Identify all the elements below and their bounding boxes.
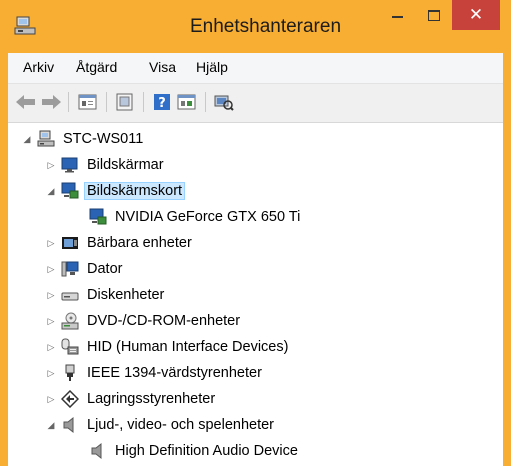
tree-item-label: Ljud-, video- och spelenheter — [87, 417, 275, 433]
device-manager-window: Enhetshanteraren ✕ Arkiv Åtgärd Visa Hjä… — [0, 0, 511, 467]
minimize-icon — [391, 16, 403, 18]
menu-hjalp[interactable]: Hjälp — [196, 59, 228, 75]
tree-item-hd-audio-device[interactable]: High Definition Audio Device — [85, 439, 301, 463]
speaker-icon — [61, 416, 79, 434]
collapsed-arrow-icon[interactable]: ▷ — [45, 341, 57, 353]
tree-item-dvd-cd-rom[interactable]: ▷ DVD-/CD-ROM-enheter — [45, 309, 243, 333]
tree-item-label: HID (Human Interface Devices) — [87, 339, 289, 355]
collapsed-arrow-icon[interactable]: ▷ — [45, 393, 57, 405]
tree-item-lagringsstyrenheter[interactable]: ▷ Lagringsstyrenheter — [45, 387, 218, 411]
back-arrow-icon[interactable] — [14, 91, 38, 113]
expanded-arrow-icon[interactable]: ◢ — [45, 185, 57, 197]
close-icon: ✕ — [468, 5, 484, 24]
monitor-icon — [61, 156, 79, 174]
tree-item-label: Bärbara enheter — [87, 235, 192, 251]
menu-atgard[interactable]: Åtgärd — [76, 59, 117, 75]
dvd-drive-icon — [61, 312, 79, 330]
minimize-button[interactable] — [378, 0, 416, 30]
toolbar-separator — [143, 92, 144, 112]
expanded-arrow-icon[interactable]: ◢ — [45, 419, 57, 431]
scan-hardware-icon[interactable] — [212, 91, 236, 113]
expanded-arrow-icon[interactable]: ◢ — [21, 133, 33, 145]
toolbar-separator — [106, 92, 107, 112]
collapsed-arrow-icon[interactable]: ▷ — [45, 263, 57, 275]
tree-item-hid[interactable]: ▷ HID (Human Interface Devices) — [45, 335, 291, 359]
device-tree: ◢ STC-WS011 ▷ Bildskärmar ◢ Bildskärmsko… — [8, 122, 503, 467]
toolbar-separator — [205, 92, 206, 112]
collapsed-arrow-icon[interactable]: ▷ — [45, 159, 57, 171]
toolbar-separator — [68, 92, 69, 112]
svg-text:?: ? — [158, 96, 166, 111]
tree-item-bildskarmar[interactable]: ▷ Bildskärmar — [45, 153, 167, 177]
tree-item-label: Dator — [87, 261, 123, 277]
tree-item-ieee1394[interactable]: ▷ IEEE 1394-värdstyrenheter — [45, 361, 265, 385]
portable-device-icon — [61, 234, 79, 252]
toolbar: ? — [8, 84, 503, 120]
tree-root[interactable]: ◢ STC-WS011 — [21, 127, 146, 151]
update-icon[interactable] — [113, 91, 137, 113]
properties-icon[interactable] — [76, 91, 100, 113]
tree-item-nvidia-gpu[interactable]: NVIDIA GeForce GTX 650 Ti — [85, 205, 303, 229]
tree-item-label: DVD-/CD-ROM-enheter — [87, 313, 241, 329]
ieee1394-icon — [61, 364, 79, 382]
display-adapter-icon — [89, 208, 107, 226]
tree-item-barbara-enheter[interactable]: ▷ Bärbara enheter — [45, 231, 195, 255]
tree-item-label: NVIDIA GeForce GTX 650 Ti — [115, 209, 301, 225]
maximize-button[interactable] — [415, 0, 453, 30]
title-bar[interactable]: Enhetshanteraren ✕ — [0, 0, 511, 53]
close-button[interactable]: ✕ — [452, 0, 500, 30]
tree-item-label: IEEE 1394-värdstyrenheter — [87, 365, 262, 381]
storage-controller-icon — [60, 389, 80, 409]
disk-drive-icon — [61, 286, 79, 304]
computer-icon — [61, 260, 79, 278]
maximize-icon — [428, 9, 440, 21]
menu-bar: Arkiv Åtgärd Visa Hjälp — [8, 53, 503, 84]
forward-arrow-icon[interactable] — [39, 91, 63, 113]
help-icon[interactable]: ? — [150, 91, 174, 113]
collapsed-arrow-icon[interactable]: ▷ — [45, 289, 57, 301]
collapsed-arrow-icon[interactable]: ▷ — [45, 367, 57, 379]
tree-root-label: STC-WS011 — [63, 131, 144, 147]
speaker-icon — [89, 442, 107, 460]
tree-item-ljud-video-spel[interactable]: ◢ Ljud-, video- och spelenheter — [45, 413, 277, 437]
display-adapter-icon — [61, 182, 79, 200]
collapsed-arrow-icon[interactable]: ▷ — [45, 237, 57, 249]
tree-item-diskenheter[interactable]: ▷ Diskenheter — [45, 283, 167, 307]
tree-item-label: Bildskärmskort — [84, 182, 186, 200]
menu-visa[interactable]: Visa — [149, 59, 176, 75]
tree-item-dator[interactable]: ▷ Dator — [45, 257, 125, 281]
tree-item-label: Bildskärmar — [87, 157, 164, 173]
client-area: Arkiv Åtgärd Visa Hjälp ? ◢ STC-WS011 ▷ … — [8, 53, 503, 467]
tree-item-label: Diskenheter — [87, 287, 165, 303]
view-icon[interactable] — [175, 91, 199, 113]
computer-icon — [37, 130, 55, 148]
tree-item-label: Lagringsstyrenheter — [87, 391, 216, 407]
menu-arkiv[interactable]: Arkiv — [23, 59, 54, 75]
hid-icon — [61, 338, 79, 356]
tree-item-bildskarmskort[interactable]: ◢ Bildskärmskort — [45, 179, 186, 203]
tree-item-label: High Definition Audio Device — [115, 443, 298, 459]
collapsed-arrow-icon[interactable]: ▷ — [45, 315, 57, 327]
